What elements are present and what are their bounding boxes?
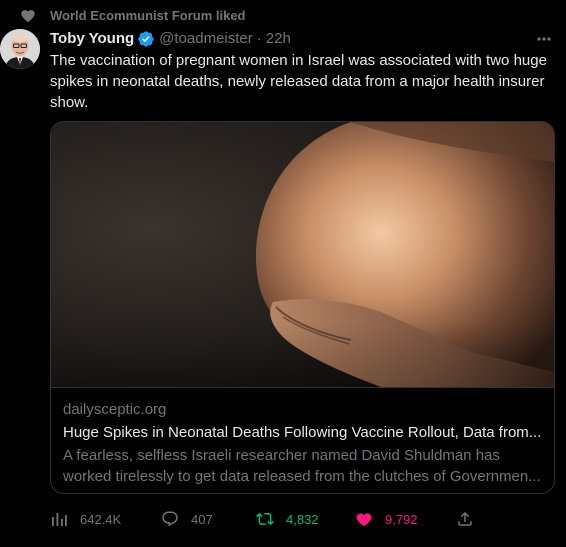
like-button[interactable]: 9,792 (355, 508, 418, 530)
analytics-icon (50, 510, 68, 528)
verified-badge-icon (137, 30, 155, 48)
card-image[interactable] (51, 122, 554, 387)
heart-filled-icon (355, 510, 373, 528)
timestamp[interactable]: 22h (266, 29, 291, 49)
card-domain: dailysceptic.org (63, 401, 167, 418)
card-description: A fearless, selfless Israeli researcher … (63, 447, 541, 485)
social-context (20, 8, 36, 24)
tweet-header: Toby Young @toadmeister · 22h (50, 29, 554, 49)
retweet-icon (256, 510, 274, 528)
link-card[interactable]: dailysceptic.org Huge Spikes in Neonatal… (50, 121, 555, 494)
tweet-text: The vaccination of pregnant women in Isr… (50, 52, 547, 111)
separator-dot: · (256, 30, 262, 47)
heart-icon (20, 8, 36, 24)
retweet-button[interactable]: 4,832 (256, 508, 319, 530)
liked-by-text[interactable]: World Ecommunist Forum liked (50, 8, 246, 24)
card-title: Huge Spikes in Neonatal Deaths Following… (63, 424, 542, 441)
like-count: 9,792 (385, 511, 418, 527)
views-count: 642.4K (80, 511, 122, 527)
reply-count: 407 (191, 511, 213, 527)
more-options-icon[interactable] (534, 29, 554, 49)
views-button[interactable]: 642.4K (50, 508, 121, 530)
author-name[interactable]: Toby Young (50, 29, 134, 49)
share-button[interactable] (456, 508, 474, 530)
avatar[interactable] (0, 29, 40, 69)
share-icon (456, 510, 474, 528)
reply-icon (161, 510, 179, 528)
retweet-count: 4,832 (286, 511, 319, 527)
reply-button[interactable]: 407 (161, 508, 213, 530)
author-handle[interactable]: @toadmeister (159, 29, 253, 49)
card-body[interactable]: dailysceptic.org Huge Spikes in Neonatal… (51, 387, 554, 493)
action-bar: 642.4K 407 4,832 9,792 (50, 508, 550, 530)
